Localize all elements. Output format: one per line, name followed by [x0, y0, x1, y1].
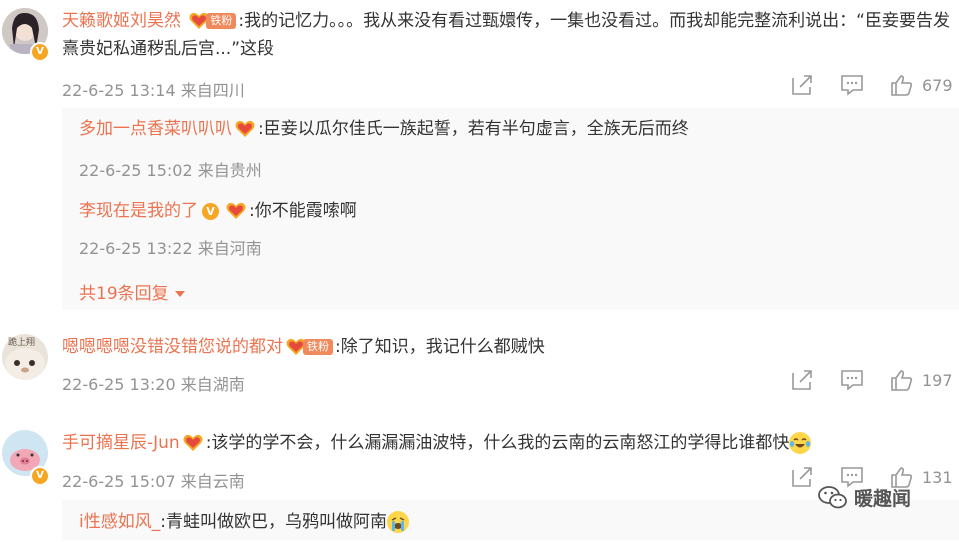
share-icon[interactable]	[790, 369, 814, 391]
fan-badge	[234, 119, 256, 139]
like-count: 131	[922, 467, 953, 487]
more-replies-link[interactable]: 共19条回复	[79, 279, 187, 304]
wechat-icon	[818, 485, 847, 508]
comment-actions: 679	[764, 74, 953, 96]
reply-item: 李现在是我的了 V :你不能霞嗦啊	[79, 197, 949, 225]
chevron-down-icon	[174, 291, 185, 297]
comment-username[interactable]: 手可摘星辰-Jun	[62, 433, 180, 453]
fan-tag: 铁粉	[206, 13, 237, 29]
share-icon[interactable]	[790, 466, 814, 488]
comment-actions: 197	[764, 369, 953, 391]
verified-badge-icon: V	[202, 202, 219, 220]
reply-username[interactable]: 李现在是我的了	[79, 201, 198, 221]
fan-badge	[182, 433, 204, 453]
fan-tag: 铁粉	[303, 339, 333, 355]
reply-username[interactable]: 多加一点香菜叭叭叭	[79, 119, 232, 139]
reply-meta: 22-6-25 15:02 来自贵州	[79, 161, 262, 180]
cry-emoji	[386, 511, 409, 533]
reply-username[interactable]: i性感如风_	[79, 512, 160, 532]
reply-meta: 22-6-25 13:22 来自河南	[79, 239, 262, 258]
comment-text: :除了知识，我记什么都贼快	[335, 337, 545, 357]
comment-2: 嗯嗯嗯嗯没错没错您说的都对 铁粉 :除了知识，我记什么都贼快	[62, 333, 952, 361]
laugh-cry-emoji	[789, 432, 812, 454]
verified-badge-icon: V	[30, 42, 50, 62]
comment-icon[interactable]	[840, 369, 864, 391]
comment-meta: 22-6-25 15:07 来自云南	[62, 472, 245, 491]
comment-3: 手可摘星辰-Jun :该学的学不会，什么漏漏漏油波特，什么我的云南的云南怒江的学…	[62, 429, 952, 457]
like-icon[interactable]	[890, 74, 914, 96]
comment-username[interactable]: 天籁歌姬刘昊然	[62, 11, 181, 31]
more-replies-label: 共19条回复	[79, 284, 169, 304]
watermark: 暖趣闻	[818, 484, 911, 511]
reply-item: i性感如风_:青蛙叫做欧巴，乌鸦叫做阿南	[79, 508, 879, 536]
reply-item: 多加一点香菜叭叭叭 :臣妾以瓜尔佳氏一族起誓，若有半句虚言，全族无后而终	[79, 115, 949, 143]
fan-heart-icon	[235, 120, 255, 137]
like-icon[interactable]	[890, 369, 914, 391]
avatar-caption: 跪上翔	[8, 338, 36, 348]
reply-text: :青蛙叫做欧巴，乌鸦叫做阿南	[160, 512, 387, 532]
fan-heart-icon	[226, 202, 246, 219]
watermark-text: 暖趣闻	[854, 488, 912, 510]
like-count: 197	[922, 370, 953, 390]
reply-text: :你不能霞嗦啊	[249, 201, 357, 221]
comment-username[interactable]: 嗯嗯嗯嗯没错没错您说的都对	[62, 337, 283, 357]
verified-badge-icon: V	[30, 466, 50, 486]
fan-badge: 铁粉	[285, 337, 333, 357]
comment-1: 天籁歌姬刘昊然 铁粉 :我的记忆力。。。我从来没有看过甄嬛传，一集也没看过。而我…	[62, 7, 952, 63]
comment-text: :该学的学不会，什么漏漏漏油波特，什么我的云南的云南怒江的学得比谁都快	[205, 433, 790, 453]
reply-text: :臣妾以瓜尔佳氏一族起誓，若有半句虚言，全族无后而终	[258, 119, 689, 139]
fan-badge	[225, 201, 247, 221]
share-icon[interactable]	[790, 74, 814, 96]
comment-meta: 22-6-25 13:14 来自四川	[62, 81, 245, 100]
comment-icon[interactable]	[840, 74, 864, 96]
fan-badge: 铁粉	[188, 11, 237, 31]
comment-meta: 22-6-25 13:20 来自湖南	[62, 375, 245, 394]
like-count: 679	[922, 75, 953, 95]
fan-heart-icon	[183, 434, 203, 451]
